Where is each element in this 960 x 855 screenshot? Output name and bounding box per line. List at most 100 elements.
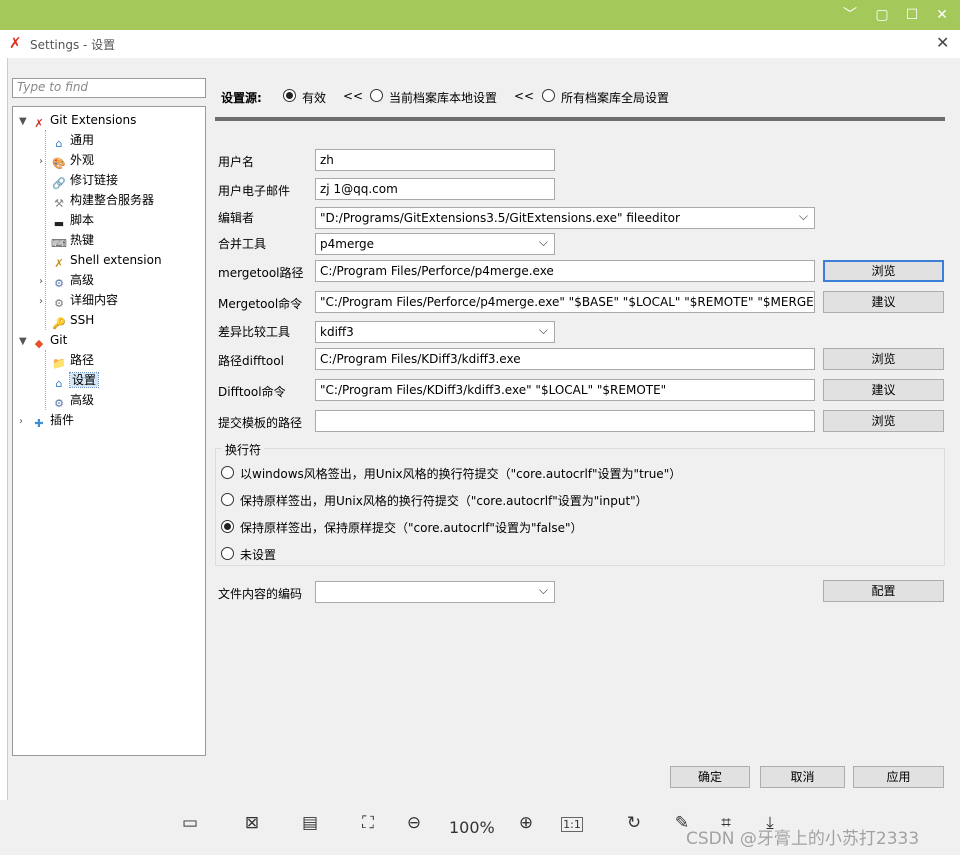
source-global-radio[interactable] <box>542 89 555 102</box>
mergetool-path-field[interactable]: C:/Program Files/Perforce/p4merge.exe <box>315 260 815 282</box>
tree-item[interactable]: ⚒ 构建整合服务器 <box>39 190 154 210</box>
username-label: 用户名 <box>218 155 255 169</box>
tree-item-label: 外观 <box>70 153 95 167</box>
mergetool-path-browse-button[interactable]: 浏览 <box>823 260 944 282</box>
maximize-icon[interactable]: ☐ <box>903 6 921 24</box>
tree-item-label: 设置 <box>68 372 100 388</box>
mergetool-path-label: mergetool路径 <box>218 266 304 280</box>
rotate-icon[interactable]: ↻ <box>620 813 648 833</box>
difftool-cmd-suggest-button[interactable]: 建议 <box>823 379 944 401</box>
editor-label: 编辑者 <box>218 211 255 225</box>
tree-item-label: 脚本 <box>70 213 95 227</box>
mergetool-label: 合并工具 <box>218 237 267 251</box>
restore-icon[interactable]: ▢ <box>873 6 891 24</box>
autocrlf-false-radio[interactable] <box>221 520 234 533</box>
cancel-button[interactable]: 取消 <box>760 766 845 788</box>
source-local-label: 当前档案库本地设置 <box>389 91 498 105</box>
difftool-path-browse-button[interactable]: 浏览 <box>823 348 944 370</box>
source-separator: << <box>514 89 535 103</box>
window-titlebar[interactable]: ﹀ ▢ ☐ ✕ <box>0 0 960 30</box>
tree-item-label: Shell extension <box>70 253 162 267</box>
tree-item[interactable]: ⌨ 热键 <box>39 230 94 250</box>
difftool-path-label: 路径difftool <box>218 354 284 368</box>
tree-item[interactable]: ⚙ 高级 <box>39 390 94 410</box>
settings-source-label: 设置源: <box>221 91 262 105</box>
settings-tree[interactable]: ▼ ✗ Git Extensions ⌂ 通用 › 🎨 外观 🔗 修订链接 ⚒ 构建整合服务器 ▬ 脚本 ⌨… <box>12 106 206 756</box>
mergetool-select[interactable]: p4merge <box>315 233 555 255</box>
tree-connector-line <box>45 130 46 330</box>
difftool-path-field[interactable]: C:/Program Files/KDiff3/kdiff3.exe <box>315 348 815 370</box>
watermark-text: CSDN @牙膏上的小苏打2333 <box>686 829 920 849</box>
tree-item-label: 通用 <box>70 133 95 147</box>
autocrlf-input-radio[interactable] <box>221 493 234 506</box>
translate-icon[interactable]: ▤ <box>296 813 324 833</box>
tree-item-label: 高级 <box>70 393 95 407</box>
apply-button[interactable]: 应用 <box>853 766 944 788</box>
autocrlf-input-label: 保持原样签出，用Unix风格的换行符提交（"core.autocrlf"设置为"… <box>240 494 648 508</box>
source-global-label: 所有档案库全局设置 <box>561 91 670 105</box>
encoding-configure-button[interactable]: 配置 <box>823 580 944 602</box>
zoom-out-icon[interactable]: ⊖ <box>400 813 428 833</box>
autocrlf-false-label: 保持原样签出，保持原样提交（"core.autocrlf"设置为"false"） <box>240 521 583 535</box>
tree-item[interactable]: ✗ Shell extension <box>39 250 162 270</box>
autocrlf-unset-radio[interactable] <box>221 547 234 560</box>
source-local-radio[interactable] <box>370 89 383 102</box>
tree-item-label: 热键 <box>70 233 95 247</box>
tree-item[interactable]: ▼ ◆ Git <box>19 330 67 350</box>
tree-item[interactable]: › ✚ 插件 <box>19 410 74 430</box>
tree-item-label: 高级 <box>70 273 95 287</box>
dialog-header: ✗ Settings - 设置 ✕ <box>0 30 960 58</box>
tree-item-label: 修订链接 <box>70 173 119 187</box>
tree-item-label: SSH <box>70 313 95 327</box>
tree-item[interactable]: ⌂ 设置 <box>39 370 100 390</box>
tree-item[interactable]: › 🎨 外观 <box>39 150 94 170</box>
source-effective-label: 有效 <box>302 91 327 105</box>
tree-item[interactable]: › ⚙ 详细内容 <box>39 290 118 310</box>
git-extensions-logo-icon: ✗ <box>9 34 22 52</box>
actual-size-icon[interactable]: 1:1 <box>561 817 583 832</box>
expander-icon[interactable]: ▼ <box>19 112 31 132</box>
difftool-select[interactable]: kdiff3 <box>315 321 555 343</box>
minimize-icon[interactable]: ﹀ <box>841 6 859 24</box>
tree-item-label: 详细内容 <box>70 293 119 307</box>
tree-item-label: Git Extensions <box>50 113 137 127</box>
difftool-label: 差异比较工具 <box>218 325 291 339</box>
tree-item[interactable]: 🔗 修订链接 <box>39 170 118 190</box>
fullscreen-icon[interactable]: ⛶ <box>354 813 382 833</box>
zoom-in-icon[interactable]: ⊕ <box>512 813 540 833</box>
tree-item[interactable]: ▬ 脚本 <box>39 210 94 230</box>
encoding-label: 文件内容的编码 <box>218 587 303 601</box>
autocrlf-true-label: 以windows风格签出，用Unix风格的换行符提交（"core.autocrl… <box>240 467 682 481</box>
dialog-close-icon[interactable]: ✕ <box>936 33 949 52</box>
expander-icon[interactable]: › <box>19 412 31 432</box>
fit-icon[interactable]: ⊠ <box>238 813 266 833</box>
tree-item[interactable]: 🔑 SSH <box>39 310 94 330</box>
difftool-cmd-field[interactable]: "C:/Program Files/KDiff3/kdiff3.exe" "$L… <box>315 379 815 401</box>
editor-select[interactable]: "D:/Programs/GitExtensions3.5/GitExtensi… <box>315 207 815 229</box>
expander-icon[interactable]: ▼ <box>19 332 31 352</box>
tree-item[interactable]: ⌂ 通用 <box>39 130 95 150</box>
linebreak-group-title: 换行符 <box>222 441 265 458</box>
mergetool-cmd-suggest-button[interactable]: 建议 <box>823 291 944 313</box>
encoding-select[interactable] <box>315 581 555 603</box>
window-close-icon[interactable]: ✕ <box>933 6 951 24</box>
commit-template-browse-button[interactable]: 浏览 <box>823 410 944 432</box>
email-field[interactable]: zj 1@qq.com <box>315 178 555 200</box>
ok-button[interactable]: 确定 <box>670 766 750 788</box>
difftool-cmd-label: Difftool命令 <box>218 385 286 399</box>
mergetool-cmd-field[interactable]: "C:/Program Files/Perforce/p4merge.exe" … <box>315 291 815 313</box>
autocrlf-true-radio[interactable] <box>221 466 234 479</box>
layout-icon[interactable]: ▭ <box>176 813 204 833</box>
source-effective-radio[interactable] <box>283 89 296 102</box>
left-edge-panel <box>0 58 8 818</box>
zoom-level: 100% <box>449 818 495 837</box>
commit-template-field[interactable] <box>315 410 815 432</box>
tree-item[interactable]: › ⚙ 高级 <box>39 270 94 290</box>
settings-search-input[interactable]: Type to find <box>12 78 206 98</box>
tree-item[interactable]: 📁 路径 <box>39 350 94 370</box>
puzzle-icon: ✚ <box>34 417 44 430</box>
autocrlf-unset-label: 未设置 <box>240 548 277 562</box>
source-separator: << <box>343 89 364 103</box>
username-field[interactable]: zh <box>315 149 555 171</box>
tree-item[interactable]: ▼ ✗ Git Extensions <box>19 110 136 130</box>
